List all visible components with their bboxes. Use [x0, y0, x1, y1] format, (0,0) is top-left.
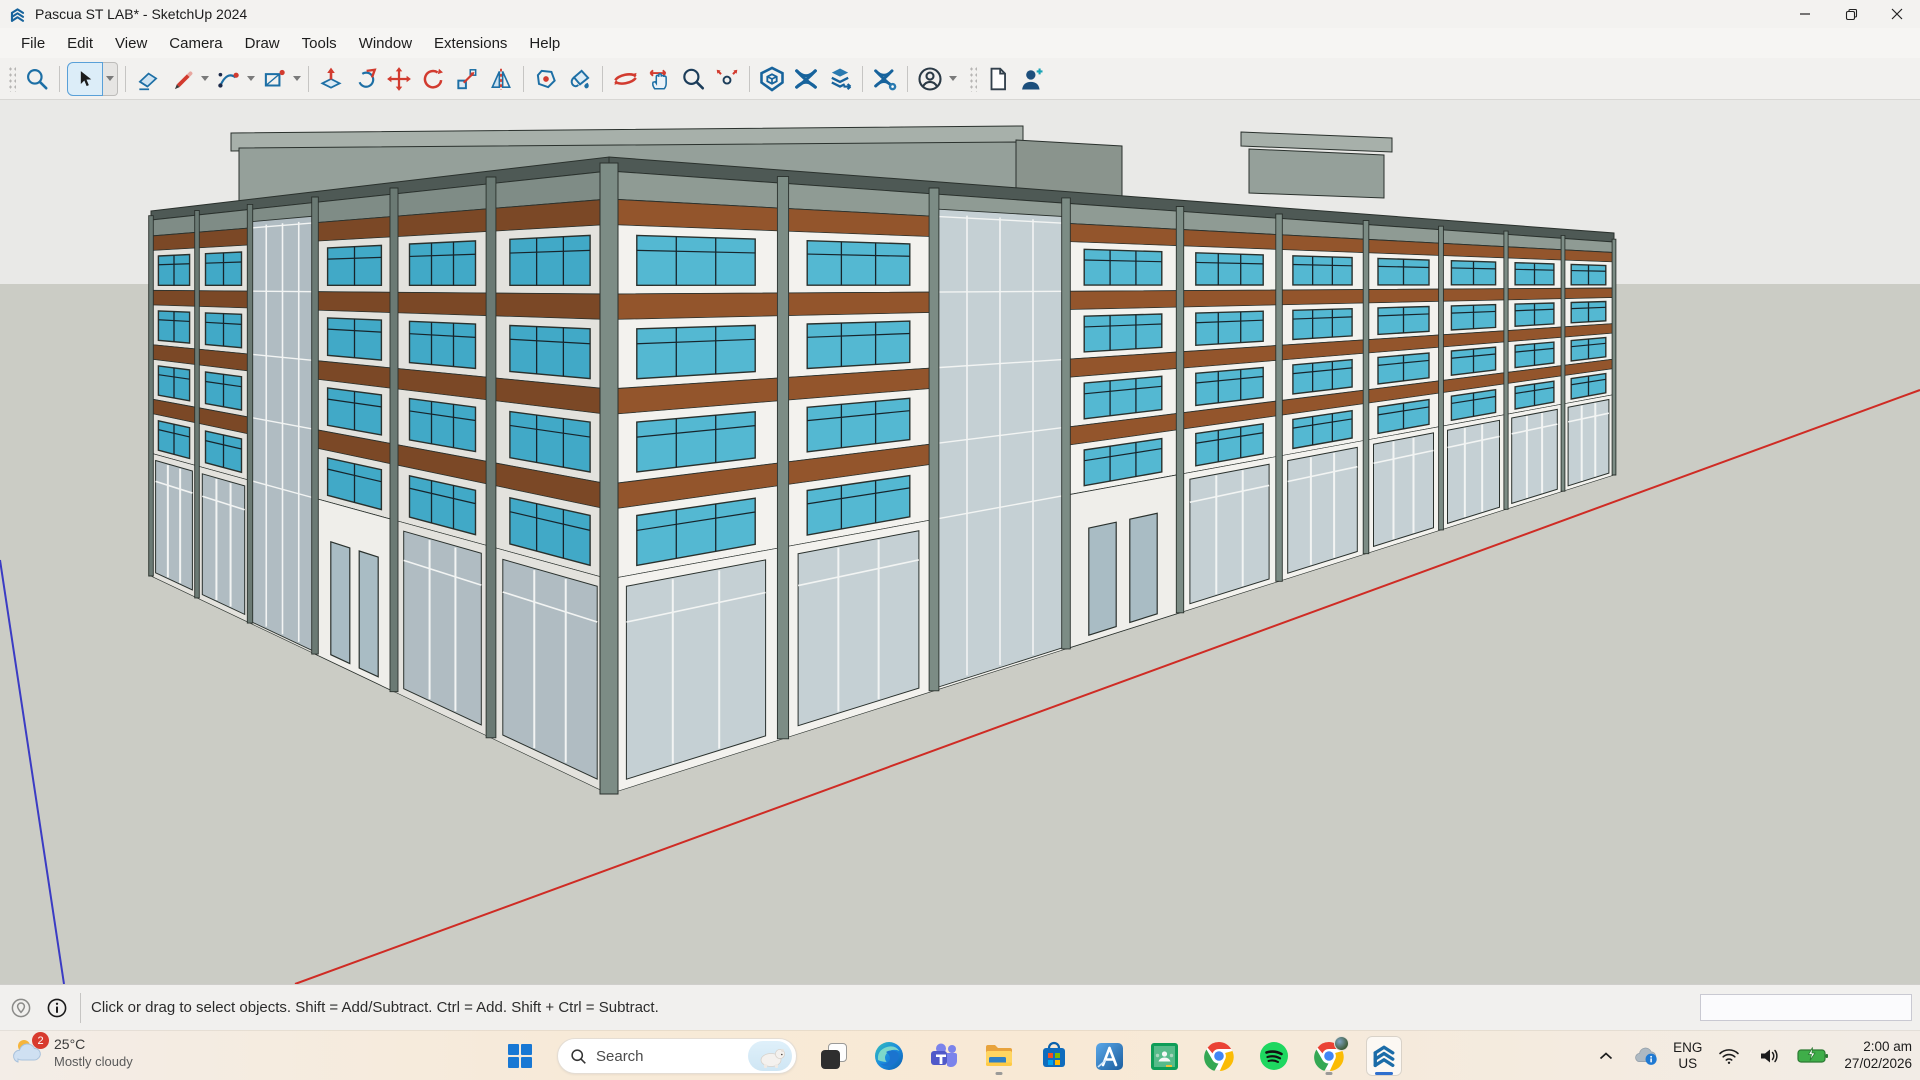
google-classroom-icon[interactable] [1146, 1036, 1182, 1076]
flip-tool-icon[interactable] [484, 62, 518, 96]
account-icon[interactable] [913, 62, 947, 96]
pan-tool-icon[interactable] [642, 62, 676, 96]
model-info-icon[interactable] [42, 993, 72, 1023]
arc-tool-dropdown[interactable] [247, 76, 255, 81]
minimize-button[interactable] [1782, 0, 1828, 28]
taskbar-search[interactable]: Search [557, 1038, 797, 1074]
new-document-icon[interactable] [981, 62, 1015, 96]
add-collaborator-icon[interactable] [1015, 62, 1049, 96]
geolocation-icon[interactable] [6, 993, 36, 1023]
profile-avatar [1334, 1036, 1349, 1051]
search-highlight-bear-image[interactable] [748, 1041, 792, 1071]
sketchup-logo-icon [8, 5, 27, 24]
follow-me-tool-icon[interactable] [348, 62, 382, 96]
select-tool[interactable] [67, 62, 118, 96]
language-code: ENG [1673, 1040, 1702, 1056]
tray-time: 2:00 am [1863, 1039, 1912, 1056]
weather-temp: 25°C [54, 1036, 133, 1054]
offset-tool-icon[interactable] [529, 62, 563, 96]
autocad-icon[interactable] [1091, 1036, 1127, 1076]
weather-condition: Mostly cloudy [54, 1054, 133, 1070]
language-switcher[interactable]: ENG US [1673, 1040, 1702, 1071]
select-tool-dropdown[interactable] [103, 62, 118, 96]
push-pull-tool-icon[interactable] [314, 62, 348, 96]
arc-tool-icon[interactable] [211, 62, 245, 96]
desktop: Pascua ST LAB* - SketchUp 2024 File Edit… [0, 0, 1920, 1080]
status-message: Click or drag to select objects. Shift =… [91, 999, 659, 1016]
account-dropdown[interactable] [949, 76, 957, 81]
volume-icon[interactable] [1756, 1041, 1782, 1071]
window-title: Pascua ST LAB* - SketchUp 2024 [35, 6, 247, 22]
file-explorer-icon[interactable] [981, 1036, 1017, 1076]
zoom-tool-icon[interactable] [676, 62, 710, 96]
model-canvas[interactable] [0, 100, 1920, 984]
extension-manager-icon[interactable] [868, 62, 902, 96]
rotate-tool-icon[interactable] [416, 62, 450, 96]
scale-tool-icon[interactable] [450, 62, 484, 96]
menu-bar: File Edit View Camera Draw Tools Window … [0, 28, 1920, 58]
extension-warehouse-icon[interactable] [789, 62, 823, 96]
select-tool-icon[interactable] [67, 62, 103, 96]
weather-badge: 2 [32, 1032, 49, 1049]
edge-icon[interactable] [871, 1036, 907, 1076]
teams-icon[interactable] [926, 1036, 962, 1076]
toolbar-grip-2[interactable] [969, 66, 977, 92]
weather-icon: 2 [10, 1034, 46, 1072]
menu-file[interactable]: File [10, 31, 56, 56]
rectangle-tool-dropdown[interactable] [293, 76, 301, 81]
eraser-tool-icon[interactable] [131, 62, 165, 96]
toolbar-grip[interactable] [8, 66, 16, 92]
restore-button[interactable] [1828, 0, 1874, 28]
tray-chevron-up-icon[interactable] [1593, 1041, 1619, 1071]
sketchup-app-icon[interactable] [1366, 1036, 1402, 1076]
menu-tools[interactable]: Tools [291, 31, 348, 56]
wifi-icon[interactable] [1716, 1041, 1742, 1071]
running-indicator [996, 1072, 1003, 1075]
running-indicator [1326, 1072, 1333, 1075]
weather-widget[interactable]: 2 25°C Mostly cloudy [10, 1034, 133, 1072]
paint-bucket-tool-icon[interactable] [563, 62, 597, 96]
share-model-icon[interactable] [823, 62, 857, 96]
search-icon [570, 1048, 587, 1065]
menu-window[interactable]: Window [348, 31, 423, 56]
start-button[interactable] [502, 1036, 538, 1076]
menu-draw[interactable]: Draw [234, 31, 291, 56]
menu-edit[interactable]: Edit [56, 31, 104, 56]
line-tool-dropdown[interactable] [201, 76, 209, 81]
active-indicator [1375, 1072, 1393, 1075]
3d-warehouse-icon[interactable] [755, 62, 789, 96]
orbit-tool-icon[interactable] [608, 62, 642, 96]
battery-charging-icon[interactable] [1796, 1041, 1830, 1071]
search-tool-icon[interactable] [20, 62, 54, 96]
onedrive-icon[interactable] [1633, 1041, 1659, 1071]
zoom-extents-tool-icon[interactable] [710, 62, 744, 96]
menu-help[interactable]: Help [518, 31, 571, 56]
search-placeholder: Search [596, 1048, 739, 1065]
menu-camera[interactable]: Camera [158, 31, 233, 56]
close-button[interactable] [1874, 0, 1920, 28]
3d-viewport[interactable] [0, 100, 1920, 984]
task-view-button[interactable] [816, 1036, 852, 1076]
menu-extensions[interactable]: Extensions [423, 31, 518, 56]
line-tool-icon[interactable] [165, 62, 199, 96]
chrome-profile-icon[interactable] [1311, 1036, 1347, 1076]
taskbar: 2 25°C Mostly cloudy Search [0, 1030, 1920, 1080]
menu-view[interactable]: View [104, 31, 158, 56]
system-tray: ENG US 2:00 am 27/02/2026 [1593, 1031, 1912, 1080]
rectangle-tool-icon[interactable] [257, 62, 291, 96]
title-bar: Pascua ST LAB* - SketchUp 2024 [0, 0, 1920, 28]
move-tool-icon[interactable] [382, 62, 416, 96]
status-bar: Click or drag to select objects. Shift =… [0, 984, 1920, 1030]
region-code: US [1678, 1056, 1697, 1072]
clock-widget[interactable]: 2:00 am 27/02/2026 [1844, 1039, 1912, 1073]
spotify-icon[interactable] [1256, 1036, 1292, 1076]
measurements-input[interactable] [1700, 994, 1912, 1021]
chrome-icon[interactable] [1201, 1036, 1237, 1076]
tray-date: 27/02/2026 [1844, 1056, 1912, 1073]
toolbar [0, 58, 1920, 100]
microsoft-store-icon[interactable] [1036, 1036, 1072, 1076]
